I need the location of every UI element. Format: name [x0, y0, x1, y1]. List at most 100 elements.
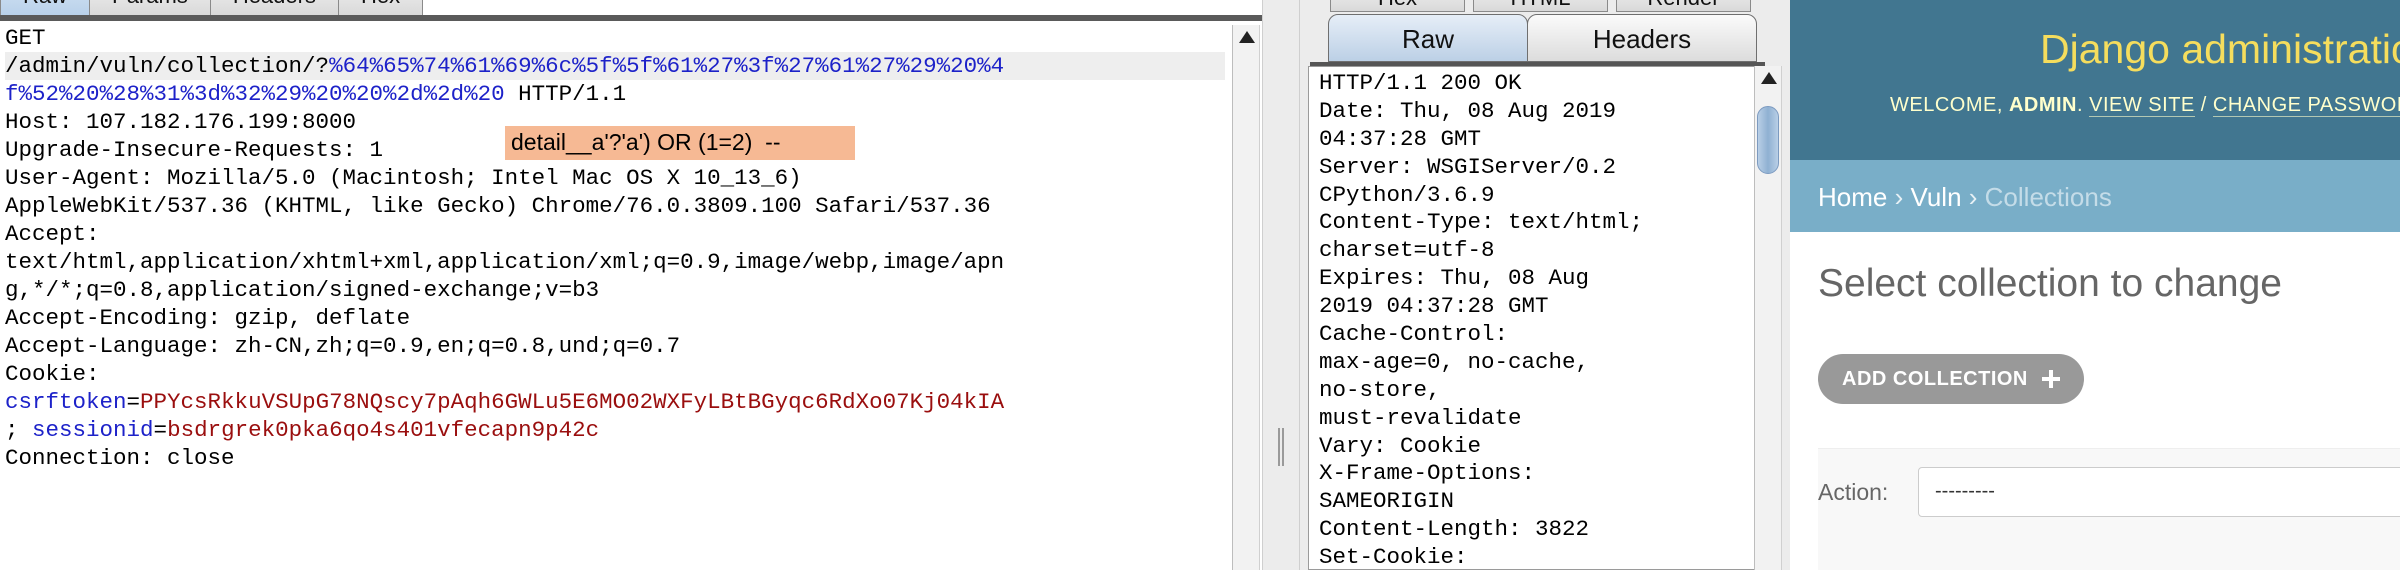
response-scrollbar[interactable]	[1754, 66, 1782, 570]
breadcrumb-separator: ›	[1887, 182, 1911, 212]
response-line: must-revalidate	[1319, 404, 1522, 431]
request-text-segment: ;	[5, 417, 33, 443]
page-title: Select collection to change	[1818, 262, 2282, 305]
request-scrollbar[interactable]	[1232, 25, 1260, 570]
request-text-segment: g,*/*;q=0.8,application/signed-exchange;…	[5, 277, 600, 303]
request-line: Accept:	[5, 220, 1225, 248]
request-text-segment: text/html,application/xhtml+xml,applicat…	[5, 249, 1005, 275]
request-text-segment: %64%65%74%61%69%6c%5f%5f%61%27%3f%27%61%…	[329, 53, 1005, 79]
response-line: max-age=0, no-cache,	[1319, 348, 1590, 375]
response-line: charset=utf-8	[1319, 237, 1495, 264]
response-line: Expires: Thu, 08 Aug	[1319, 265, 1590, 292]
response-line: HTTP/1.1 200 OK	[1319, 70, 1522, 96]
request-line: Accept-Language: zh-CN,zh;q=0.9,en;q=0.8…	[5, 332, 1225, 360]
breadcrumb-app[interactable]: Vuln	[1910, 182, 1961, 212]
response-line: Vary: Cookie	[1319, 432, 1482, 459]
request-text-segment: Accept-Language: zh-CN,zh;q=0.9,en;q=0.8…	[5, 333, 681, 359]
response-secondary-tab-bar: Hex HTML Render	[1330, 0, 1759, 12]
request-text-segment: sessionid	[32, 417, 154, 443]
scrollbar-thumb[interactable]	[1757, 106, 1779, 174]
response-line: Content-Type: text/html;	[1319, 209, 1644, 236]
response-line: Content-Length: 3822	[1319, 516, 1590, 543]
breadcrumb-home[interactable]: Home	[1818, 182, 1887, 212]
request-line: f%52%20%28%31%3d%32%29%20%20%2d%2d%20 HT…	[5, 80, 1225, 108]
request-line: User-Agent: Mozilla/5.0 (Macintosh; Inte…	[5, 164, 1225, 192]
request-text-segment: Upgrade-Insecure-Requests: 1	[5, 137, 384, 163]
request-text-segment: HTTP/1.1	[504, 81, 627, 107]
request-text-segment: GET	[5, 25, 46, 51]
action-select[interactable]: ---------	[1918, 467, 2400, 517]
response-line: CPython/3.6.9	[1319, 181, 1495, 208]
tab-hex[interactable]: Hex	[337, 0, 424, 16]
response-line: Date: Thu, 08 Aug 2019	[1319, 97, 1617, 124]
add-collection-button[interactable]: ADD COLLECTION	[1818, 354, 2084, 404]
request-line: ; sessionid=bsdrgrek0pka6qo4s401vfecapn9…	[5, 416, 1225, 444]
response-line: Set-Cookie:	[1319, 544, 1468, 570]
request-line: text/html,application/xhtml+xml,applicat…	[5, 248, 1225, 276]
tab-hex[interactable]: Hex	[1330, 0, 1465, 12]
separator: /	[2194, 94, 2213, 116]
request-line: /admin/vuln/collection/?%64%65%74%61%69%…	[5, 52, 1225, 80]
response-line: SAMEORIGIN	[1319, 488, 1455, 515]
request-text-segment: Host: 107.182.176.199:8000	[5, 109, 357, 135]
request-text-segment: PPYcsRkkuVSUpG78NQscy7pAqh6GWLu5E6MO02WX…	[140, 389, 1005, 415]
request-text-segment: /admin/vuln/collection/?	[5, 53, 330, 79]
admin-header: Django administration WELCOME, ADMIN. VI…	[1790, 0, 2400, 160]
splitter-grip-icon[interactable]	[1278, 428, 1284, 466]
request-text-segment: Accept:	[5, 221, 100, 247]
django-admin-render: Django administration WELCOME, ADMIN. VI…	[1790, 0, 2400, 570]
response-line: no-store,	[1319, 376, 1441, 403]
request-line: Connection: close	[5, 444, 1225, 472]
tab-headers[interactable]: Headers	[1527, 14, 1757, 62]
request-line: GET	[5, 24, 1225, 52]
response-tab-bar: Raw Headers	[1328, 14, 1757, 62]
response-line: X-Frame-Options:	[1319, 460, 1536, 487]
welcome-text: WELCOME,	[1890, 94, 2009, 116]
request-text-segment: Cookie:	[5, 361, 100, 387]
response-line: 2019 04:37:28 GMT	[1319, 293, 1549, 320]
request-text-segment: f%52%20%28%31%3d%32%29%20%20%2d%2d%20	[5, 81, 505, 107]
change-password-link[interactable]: CHANGE PASSWORD	[2212, 94, 2400, 117]
request-text-segment: csrftoken	[5, 389, 127, 415]
tab-render[interactable]: Render	[1616, 0, 1751, 12]
request-line: g,*/*;q=0.8,application/signed-exchange;…	[5, 276, 1225, 304]
view-site-link[interactable]: VIEW SITE	[2089, 94, 2195, 117]
pane-splitter[interactable]	[1262, 0, 1300, 570]
response-text: HTTP/1.1 200 OK Date: Thu, 08 Aug 2019 04:…	[1319, 70, 1643, 570]
user-tools: WELCOME, ADMIN. VIEW SITE / CHANGE PASSW…	[1890, 94, 2400, 117]
request-line: csrftoken=PPYcsRkkuVSUpG78NQscy7pAqh6GWL…	[5, 388, 1225, 416]
response-line: Cache-Control:	[1319, 321, 1509, 348]
request-tab-bar: Raw Params Headers Hex	[0, 0, 424, 16]
request-text-segment: =	[153, 417, 168, 443]
scroll-up-arrow-icon[interactable]	[1761, 72, 1777, 84]
request-text-segment: bsdrgrek0pka6qo4s401vfecapn9p42c	[167, 417, 600, 443]
tab-raw[interactable]: Raw	[1328, 14, 1528, 62]
username: ADMIN	[2008, 94, 2077, 116]
request-text-segment: Accept-Encoding: gzip, deflate	[5, 305, 411, 331]
response-line: Server: WSGIServer/0.2	[1319, 153, 1617, 180]
tab-html[interactable]: HTML	[1473, 0, 1608, 12]
scroll-up-arrow-icon[interactable]	[1239, 31, 1255, 43]
breadcrumb: Home › Vuln › Collections	[1790, 160, 2400, 232]
tab-divider-line	[0, 15, 1262, 21]
tab-headers[interactable]: Headers	[209, 0, 339, 16]
response-line: 04:37:28 GMT	[1319, 125, 1482, 152]
request-text-segment: Connection: close	[5, 445, 235, 471]
request-text-segment: AppleWebKit/537.36 (KHTML, like Gecko) C…	[5, 193, 991, 219]
request-pane: Raw Params Headers Hex GET/admin/vuln/co…	[0, 0, 1262, 570]
request-editor[interactable]: GET/admin/vuln/collection/?%64%65%74%61%…	[5, 24, 1225, 472]
request-line: AppleWebKit/537.36 (KHTML, like Gecko) C…	[5, 192, 1225, 220]
tab-params[interactable]: Params	[89, 0, 211, 16]
request-line: Accept-Encoding: gzip, deflate	[5, 304, 1225, 332]
plus-icon	[2041, 370, 2060, 388]
response-pane: Hex HTML Render Raw Headers HTTP/1.1 200…	[1300, 0, 1790, 570]
punctuation: .	[2077, 94, 2090, 116]
site-branding[interactable]: Django administration	[2040, 26, 2400, 73]
response-viewer[interactable]: HTTP/1.1 200 OK Date: Thu, 08 Aug 2019 04:…	[1308, 66, 1765, 570]
request-text-segment: User-Agent: Mozilla/5.0 (Macintosh; Inte…	[5, 165, 802, 191]
breadcrumb-current: Collections	[1984, 182, 2112, 212]
actions-bar: Action: ---------	[1818, 448, 2400, 570]
request-text-segment: =	[126, 389, 141, 415]
tab-raw[interactable]: Raw	[0, 0, 91, 16]
add-collection-label: ADD COLLECTION	[1842, 367, 2028, 390]
